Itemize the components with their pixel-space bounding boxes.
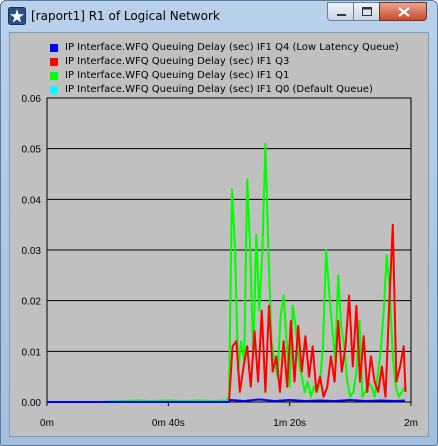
maximize-button[interactable] [353, 2, 380, 21]
opnet-star-icon[interactable] [8, 7, 26, 25]
y-tick-label: 0.06 [22, 94, 42, 105]
close-icon [398, 7, 410, 17]
x-tick-label: 0m [40, 418, 54, 429]
x-tick-label: 0m 40s [152, 418, 185, 429]
app-window: [raport1] R1 of Logical Network IP Inter… [0, 0, 438, 446]
y-tick-label: 0.01 [22, 347, 42, 358]
maximize-icon [362, 7, 372, 16]
x-tick-label: 2m [404, 418, 418, 429]
graph-panel: IP Interface.WFQ Queuing Delay (sec) IF1… [9, 32, 429, 437]
y-tick-label: 0.00 [22, 398, 42, 409]
y-tick-label: 0.04 [22, 195, 42, 206]
y-tick-label: 0.02 [22, 297, 42, 308]
minimize-button[interactable] [327, 2, 354, 21]
delay-chart: 0.00 0.01 0.02 0.03 0.04 0.05 0.06 0m 0m 40s 1m 2… [22, 94, 418, 429]
minimize-icon [337, 14, 346, 16]
title-bar[interactable]: [raport1] R1 of Logical Network [1, 1, 437, 31]
window-title: [raport1] R1 of Logical Network [31, 9, 220, 23]
y-tick-label: 0.05 [22, 145, 42, 156]
y-tick-label: 0.03 [22, 246, 42, 257]
close-button[interactable] [379, 2, 427, 21]
x-tick-label: 1m 20s [273, 418, 306, 429]
